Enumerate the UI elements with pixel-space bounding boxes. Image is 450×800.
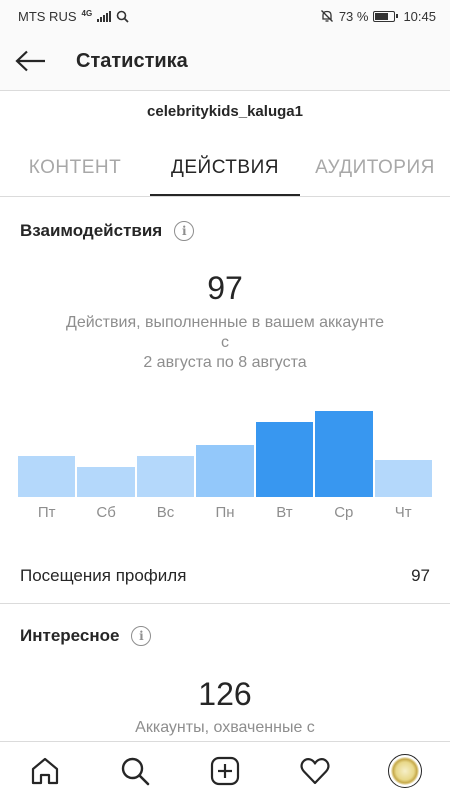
account-username: celebritykids_kaluga1 (147, 103, 303, 120)
chart-bar-Пт[interactable] (18, 455, 76, 497)
info-icon[interactable]: i (131, 626, 152, 646)
section-divider (0, 603, 450, 604)
nav-activity-button[interactable] (293, 749, 337, 793)
interactions-caption-line2: 2 августа по 8 августа (143, 354, 307, 371)
chart-bar-Сб[interactable] (77, 467, 135, 497)
chart-label-Вс: Вс (156, 504, 175, 521)
chart-bar-Ср[interactable] (315, 411, 373, 497)
tabs-divider (0, 196, 450, 197)
tab-content[interactable]: КОНТЕНТ (0, 140, 150, 196)
profile-visits-value: 97 (411, 566, 430, 585)
chart-bars (18, 400, 432, 497)
signal-icon (97, 10, 112, 22)
search-icon (121, 757, 150, 786)
discovery-title: Интересное (20, 626, 120, 645)
chart-labels: Пт Сб Вс Пн Вт Ср Чт (18, 504, 432, 521)
header-divider (0, 90, 450, 91)
nav-search-button[interactable] (113, 749, 157, 793)
status-right: 73 % 10:45 (320, 9, 436, 24)
heart-icon (300, 758, 330, 785)
interactions-title: Взаимодействия (20, 221, 163, 240)
info-icon[interactable]: i (174, 221, 195, 241)
chart-bar-Вт[interactable] (255, 422, 314, 497)
tab-actions[interactable]: ДЕЙСТВИЯ (150, 140, 300, 196)
interactions-caption: Действия, выполненные в вашем аккаунте с… (60, 313, 390, 373)
status-bar: MTS RUS 4G 73 % 10:45 (0, 0, 450, 32)
battery-icon (373, 10, 399, 22)
chart-label-Пн: Пн (215, 504, 235, 521)
profile-avatar (388, 754, 422, 788)
discovery-header: Интересное i (20, 626, 152, 646)
interactions-header: Взаимодействия i (20, 221, 195, 241)
battery-percent: 73 % (338, 8, 369, 24)
chart-bar-Пн[interactable] (196, 444, 254, 497)
interactions-total: 97 (207, 270, 243, 306)
nav-add-post-button[interactable] (203, 749, 247, 793)
nav-profile-button[interactable] (383, 749, 427, 793)
network-type: 4G (81, 8, 93, 18)
bottom-nav (0, 741, 450, 800)
interactions-chart: Пт Сб Вс Пн Вт Ср Чт (18, 400, 432, 530)
discovery-total: 126 (198, 676, 252, 712)
chart-label-Ср: Ср (334, 504, 354, 521)
chart-label-Вт: Вт (276, 504, 293, 521)
add-post-icon (210, 756, 240, 786)
arrow-left-icon (15, 50, 45, 72)
discovery-caption: Аккаунты, охваченные с (135, 719, 315, 736)
chart-label-Чт: Чт (394, 504, 412, 521)
chart-bar-Чт[interactable] (374, 459, 432, 497)
carrier-name: MTS RUS (18, 8, 77, 24)
status-left: MTS RUS 4G (18, 9, 129, 24)
app-header: Статистика (0, 32, 450, 90)
page-title: Статистика (76, 49, 188, 72)
back-button[interactable] (2, 32, 60, 90)
home-icon (31, 757, 59, 785)
chart-label-Пт: Пт (37, 504, 56, 521)
profile-visits-label: Посещения профиля (20, 566, 187, 585)
magnifier-status-icon (116, 10, 129, 23)
chart-bar-Вс[interactable] (136, 455, 195, 497)
interactions-caption-line1: Действия, выполненные в вашем аккаунте с (66, 314, 384, 351)
chart-label-Сб: Сб (96, 504, 116, 521)
tab-bar: КОНТЕНТ ДЕЙСТВИЯ АУДИТОРИЯ (0, 140, 450, 196)
nav-home-button[interactable] (23, 749, 67, 793)
tab-audience[interactable]: АУДИТОРИЯ (300, 140, 450, 196)
clock: 10:45 (403, 8, 436, 24)
mute-bell-icon (320, 10, 333, 22)
profile-visits-row[interactable]: Посещения профиля 97 (20, 560, 430, 592)
